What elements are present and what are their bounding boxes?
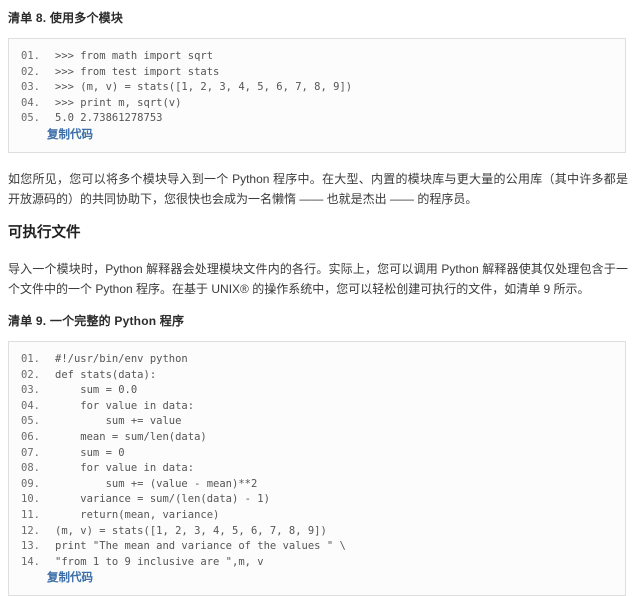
line-code: sum = 0	[55, 446, 125, 459]
line-code: >>> (m, v) = stats([1, 2, 3, 4, 5, 6, 7,…	[55, 81, 353, 94]
code-line: 01. #!/usr/bin/env python	[9, 352, 625, 368]
line-number: 02.	[21, 368, 40, 381]
line-code: for value in data:	[55, 399, 195, 412]
line-code: variance = sum/(len(data) - 1)	[55, 493, 270, 506]
line-code: return(mean, variance)	[55, 508, 220, 521]
code-line: 02. def stats(data):	[9, 368, 625, 384]
code-line: 06. mean = sum/len(data)	[9, 430, 625, 446]
code-line: 03. >>> (m, v) = stats([1, 2, 3, 4, 5, 6,…	[9, 80, 625, 96]
code-line: 02. >>> from test import stats	[9, 65, 625, 81]
code-line: 12. (m, v) = stats([1, 2, 3, 4, 5, 6, 7, …	[9, 524, 625, 540]
line-code: (m, v) = stats([1, 2, 3, 4, 5, 6, 7, 8, …	[55, 524, 327, 537]
line-code: for value in data:	[55, 462, 195, 475]
line-number: 02.	[21, 65, 40, 78]
code-line: 10. variance = sum/(len(data) - 1)	[9, 492, 625, 508]
line-number: 09.	[21, 477, 40, 490]
line-code: >>> from math import sqrt	[55, 50, 214, 62]
line-number: 05.	[21, 112, 40, 125]
section-heading-executable-files: 可执行文件	[8, 224, 81, 241]
line-number: 08.	[21, 462, 40, 475]
listing-9-caption: 清单 9. 一个完整的 Python 程序	[8, 313, 185, 328]
line-code: >>> from test import stats	[55, 65, 220, 78]
line-code: 5.0 2.73861278753	[55, 112, 163, 125]
line-code: #!/usr/bin/env python	[55, 352, 188, 365]
line-number: 04.	[21, 96, 40, 109]
line-number: 07.	[21, 446, 40, 459]
paragraph-multiple-modules: 如您所见，您可以将多个模块导入到一个 Python 程序中。在大型、内置的模块库…	[8, 171, 628, 206]
code-line: 09. sum += (value - mean)**2	[9, 477, 625, 493]
code-block-listing-9: 01. #!/usr/bin/env python 02. def stats(da…	[8, 340, 626, 596]
line-code: print "The mean and variance of the valu…	[55, 540, 346, 553]
line-code: sum += (value - mean)**2	[55, 477, 258, 490]
line-number: 10.	[21, 493, 40, 506]
code-line: 01. >>> from math import sqrt	[9, 49, 625, 65]
code-line: 11. return(mean, variance)	[9, 508, 625, 524]
code-line: 07. sum = 0	[9, 446, 625, 462]
line-number: 03.	[21, 384, 40, 397]
line-number: 01.	[21, 352, 40, 365]
line-number: 11.	[21, 508, 40, 521]
line-code: mean = sum/len(data)	[55, 430, 207, 443]
line-number: 06.	[21, 430, 40, 443]
line-code: sum = 0.0	[55, 384, 138, 397]
line-number: 14.	[21, 555, 40, 568]
line-number: 13.	[21, 540, 40, 553]
line-number: 05.	[21, 415, 40, 428]
line-number: 12.	[21, 524, 40, 537]
line-code: def stats(data):	[55, 368, 157, 381]
code-line: 13. print "The mean and variance of the v…	[9, 539, 625, 555]
code-line: 08. for value in data:	[9, 461, 625, 477]
line-number: 03.	[21, 81, 40, 94]
copy-code-link[interactable]: 复制代码	[9, 127, 625, 144]
line-number: 04.	[21, 399, 40, 412]
listing-8-caption: 清单 8. 使用多个模块	[8, 11, 124, 25]
paragraph-executable-intro: 导入一个模块时，Python 解释器会处理模块文件内的各行。实际上，您可以调用 …	[8, 261, 628, 296]
code-block-listing-8: 01. >>> from math import sqrt 02. >>> from…	[8, 38, 626, 153]
line-code: "from 1 to 9 inclusive are ",m, v	[55, 555, 264, 568]
code-line: 05. 5.0 2.73861278753	[9, 111, 625, 127]
line-code: sum += value	[55, 415, 182, 428]
code-line: 04. for value in data:	[9, 399, 625, 415]
line-number: 01.	[21, 50, 40, 62]
code-line: 05. sum += value	[9, 414, 625, 430]
code-line: 03. sum = 0.0	[9, 383, 625, 399]
code-line: 14. "from 1 to 9 inclusive are ",m, v	[9, 555, 625, 571]
line-code: >>> print m, sqrt(v)	[55, 96, 182, 109]
article-content: 清单 8. 使用多个模块 01. >>> from math import sqr…	[0, 0, 640, 596]
code-line: 04. >>> print m, sqrt(v)	[9, 96, 625, 112]
